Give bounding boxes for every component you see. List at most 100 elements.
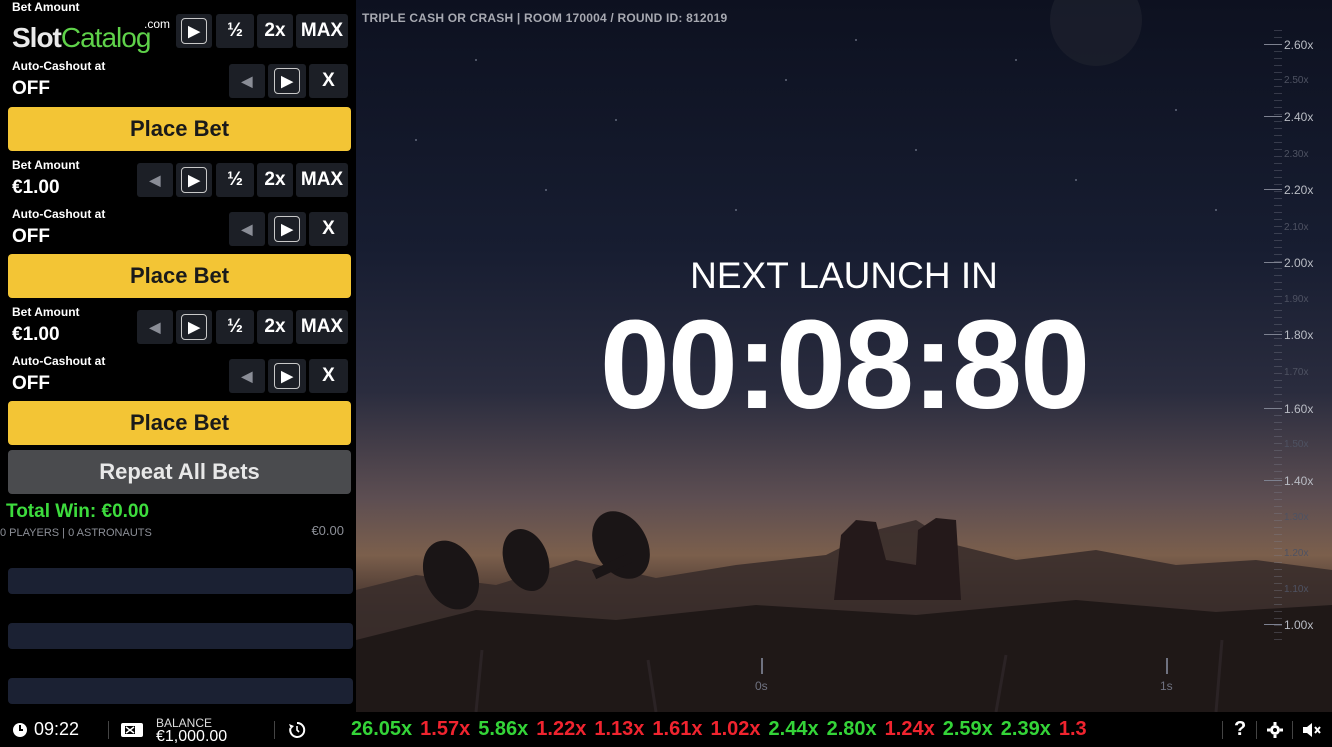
half-bet-button-1[interactable]: ½ [216,14,254,48]
clear-cashout-button-3[interactable]: X [309,359,348,393]
clear-cashout-button-2[interactable]: X [309,212,348,246]
scale-minor-tick [1274,471,1282,472]
scale-minor-tick [1274,205,1282,206]
decrease-cashout-button-1[interactable]: ◀ [229,64,265,98]
multiplier-item: 1.22x [536,718,587,740]
bet-amount-row-2: Bet Amount €1.00 ◀ ▶ ½ 2x MAX [0,157,356,203]
auto-cashout-row-2: Auto-Cashout at OFF ◀ ▶ X [0,206,356,252]
planet-shape [1050,0,1142,66]
half-bet-button-3[interactable]: ½ [216,310,254,344]
mute-button[interactable] [1302,712,1322,747]
scale-minor-tick [1274,527,1282,528]
scale-minor-tick [1274,212,1282,213]
decrease-cashout-button-2[interactable]: ◀ [229,212,265,246]
game-scene: TRIPLE CASH OR CRASH | ROOM 170004 / ROU… [356,0,1332,712]
scale-minor-tick [1274,541,1282,542]
multiplier-item: 26.05x [351,718,413,740]
scale-minor-tick [1274,604,1282,605]
play-icon: ▶ [274,363,300,389]
scale-minor-tick [1274,478,1282,479]
place-bet-button-3[interactable]: Place Bet [8,401,351,445]
place-bet-button-1[interactable]: Place Bet [8,107,351,151]
decrease-bet-button-2[interactable]: ◀ [137,163,173,197]
scale-label-2.00: 2.00x [1284,256,1314,270]
scale-minor-tick [1274,436,1282,437]
bet-amount-value: €1.00 [12,324,60,345]
multiplier-item: 2.80x [826,718,877,740]
scale-label-1.40: 1.40x [1284,474,1314,488]
history-button[interactable] [288,712,306,747]
scale-label-1.30: 1.30x [1284,512,1309,523]
scale-minor-tick [1274,464,1282,465]
double-bet-button-2[interactable]: 2x [257,163,293,197]
scale-minor-tick [1274,499,1282,500]
scale-minor-tick [1274,506,1282,507]
max-bet-button-1[interactable]: MAX [296,14,348,48]
auto-cashout-label: Auto-Cashout at [12,354,106,368]
half-bet-button-2[interactable]: ½ [216,163,254,197]
decrease-bet-button-3[interactable]: ◀ [137,310,173,344]
scale-minor-tick [1274,51,1282,52]
auto-cashout-label: Auto-Cashout at [12,207,106,221]
increase-cashout-button-2[interactable]: ▶ [268,212,306,246]
decrease-cashout-button-3[interactable]: ◀ [229,359,265,393]
scale-tick [1264,116,1282,117]
scale-minor-tick [1274,576,1282,577]
scale-minor-tick [1274,422,1282,423]
increase-bet-button-3[interactable]: ▶ [176,310,212,344]
bottom-bar: 09:22 BALANCE €1,000.00 26.05x 1.57x 5.86x… [0,712,1332,747]
balance-display: BALANCE €1,000.00 [120,712,227,747]
scale-minor-tick [1274,520,1282,521]
scale-minor-tick [1274,415,1282,416]
help-button[interactable]: ? [1234,712,1246,747]
scale-minor-tick [1274,58,1282,59]
double-bet-button-1[interactable]: 2x [257,14,293,48]
increase-bet-button-2[interactable]: ▶ [176,163,212,197]
scale-minor-tick [1274,569,1282,570]
double-bet-button-3[interactable]: 2x [257,310,293,344]
scale-minor-tick [1274,233,1282,234]
scale-minor-tick [1274,303,1282,304]
max-bet-button-3[interactable]: MAX [296,310,348,344]
player-list-item [8,568,353,594]
scale-label-1.00: 1.00x [1284,618,1314,632]
round-info: TRIPLE CASH OR CRASH | ROOM 170004 / ROU… [362,11,728,25]
clear-cashout-button-1[interactable]: X [309,64,348,98]
scale-minor-tick [1274,79,1282,80]
settings-button[interactable] [1267,712,1283,747]
scale-minor-tick [1274,44,1282,45]
increase-cashout-button-1[interactable]: ▶ [268,64,306,98]
scale-label-2.40: 2.40x [1284,110,1314,124]
scale-minor-tick [1274,268,1282,269]
scale-minor-tick [1274,184,1282,185]
multiplier-item: 1.02x [710,718,761,740]
bet-amount-label: Bet Amount [12,158,80,172]
scale-minor-tick [1274,492,1282,493]
scale-minor-tick [1274,310,1282,311]
max-bet-button-2[interactable]: MAX [296,163,348,197]
players-count: 0 PLAYERS | 0 ASTRONAUTS [0,527,152,539]
scale-tick [1264,262,1282,263]
scale-tick [1264,189,1282,190]
scale-label-1.10: 1.10x [1284,584,1309,595]
scale-label-1.70: 1.70x [1284,367,1309,378]
multiplier-item: 1.24x [884,718,935,740]
scale-minor-tick [1274,107,1282,108]
multiplier-item: 2.59x [942,718,993,740]
countdown-timer: 00:08:80 [599,294,1090,435]
scale-minor-tick [1274,611,1282,612]
scale-minor-tick [1274,597,1282,598]
increase-cashout-button-3[interactable]: ▶ [268,359,306,393]
scale-tick [1264,334,1282,335]
slotcatalog-logo: SlotCatalog [12,22,151,54]
place-bet-button-2[interactable]: Place Bet [8,254,351,298]
play-icon: ▶ [274,216,300,242]
player-list-item [8,678,353,704]
bet-amount-value: €1.00 [12,177,60,198]
divider [274,721,275,739]
increase-bet-button-1[interactable]: ▶ [176,14,212,48]
scale-minor-tick [1274,240,1282,241]
repeat-all-bets-button[interactable]: Repeat All Bets [8,450,351,494]
next-launch-title: NEXT LAUNCH IN [690,255,998,296]
scale-minor-tick [1274,170,1282,171]
